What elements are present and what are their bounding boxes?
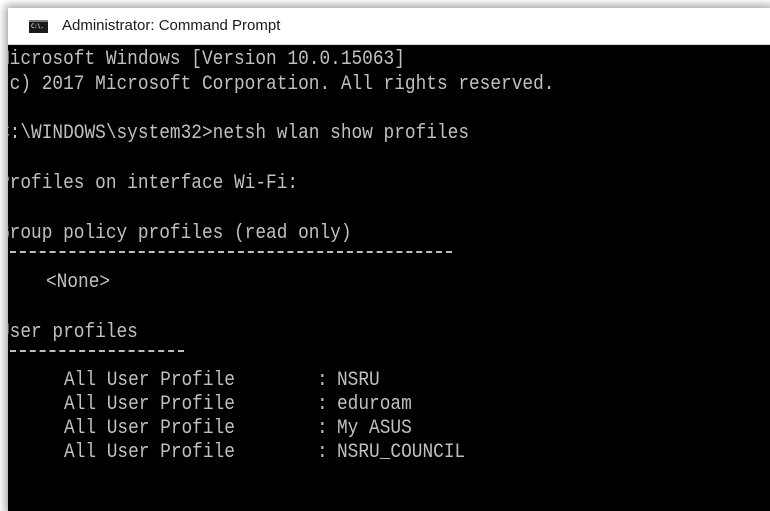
profile-name: NSRU <box>337 369 380 392</box>
profile-row[interactable]: All User Profile : NSRU <box>8 369 770 393</box>
profile-label: All User Profile <box>64 441 235 464</box>
profile-separator: : <box>317 369 328 392</box>
command-prompt-window: C:\. Administrator: Command Prompt Micro… <box>8 8 770 511</box>
copyright-line: (c) 2017 Microsoft Corporation. All righ… <box>8 73 555 96</box>
profile-name: eduroam <box>337 393 412 416</box>
profile-label: All User Profile <box>64 369 235 392</box>
user-profiles-heading: User profiles <box>8 321 138 344</box>
version-line: Microsoft Windows [Version 10.0.15063] <box>8 48 405 71</box>
group-policy-underline <box>10 251 452 253</box>
interface-line: Profiles on interface Wi-Fi: <box>8 172 299 195</box>
title-bar[interactable]: C:\. Administrator: Command Prompt <box>8 8 770 45</box>
command-text: netsh wlan show profiles <box>212 122 470 145</box>
profile-name: My ASUS <box>337 417 412 440</box>
profile-row[interactable]: All User Profile : NSRU_COUNCIL <box>8 441 770 465</box>
user-profiles-underline <box>10 350 184 352</box>
console-output[interactable]: Microsoft Windows [Version 10.0.15063] (… <box>8 45 770 511</box>
group-policy-heading: Group policy profiles (read only) <box>8 222 352 245</box>
profile-label: All User Profile <box>64 393 235 416</box>
profile-label: All User Profile <box>64 417 235 440</box>
window-title: Administrator: Command Prompt <box>62 17 281 34</box>
profile-row[interactable]: All User Profile : My ASUS <box>8 417 770 441</box>
command-line: C:\WINDOWS\system32>netsh wlan show prof… <box>8 122 469 146</box>
profile-row[interactable]: All User Profile : eduroam <box>8 393 770 417</box>
profile-name: NSRU_COUNCIL <box>337 441 466 464</box>
prompt-path: C:\WINDOWS\system32> <box>8 122 213 145</box>
profile-separator: : <box>317 441 328 464</box>
profile-separator: : <box>317 417 328 440</box>
profile-separator: : <box>317 393 328 416</box>
cmd-icon-text: C:\. <box>31 23 44 30</box>
cmd-icon[interactable]: C:\. <box>29 20 48 33</box>
group-policy-none: <None> <box>46 271 111 294</box>
